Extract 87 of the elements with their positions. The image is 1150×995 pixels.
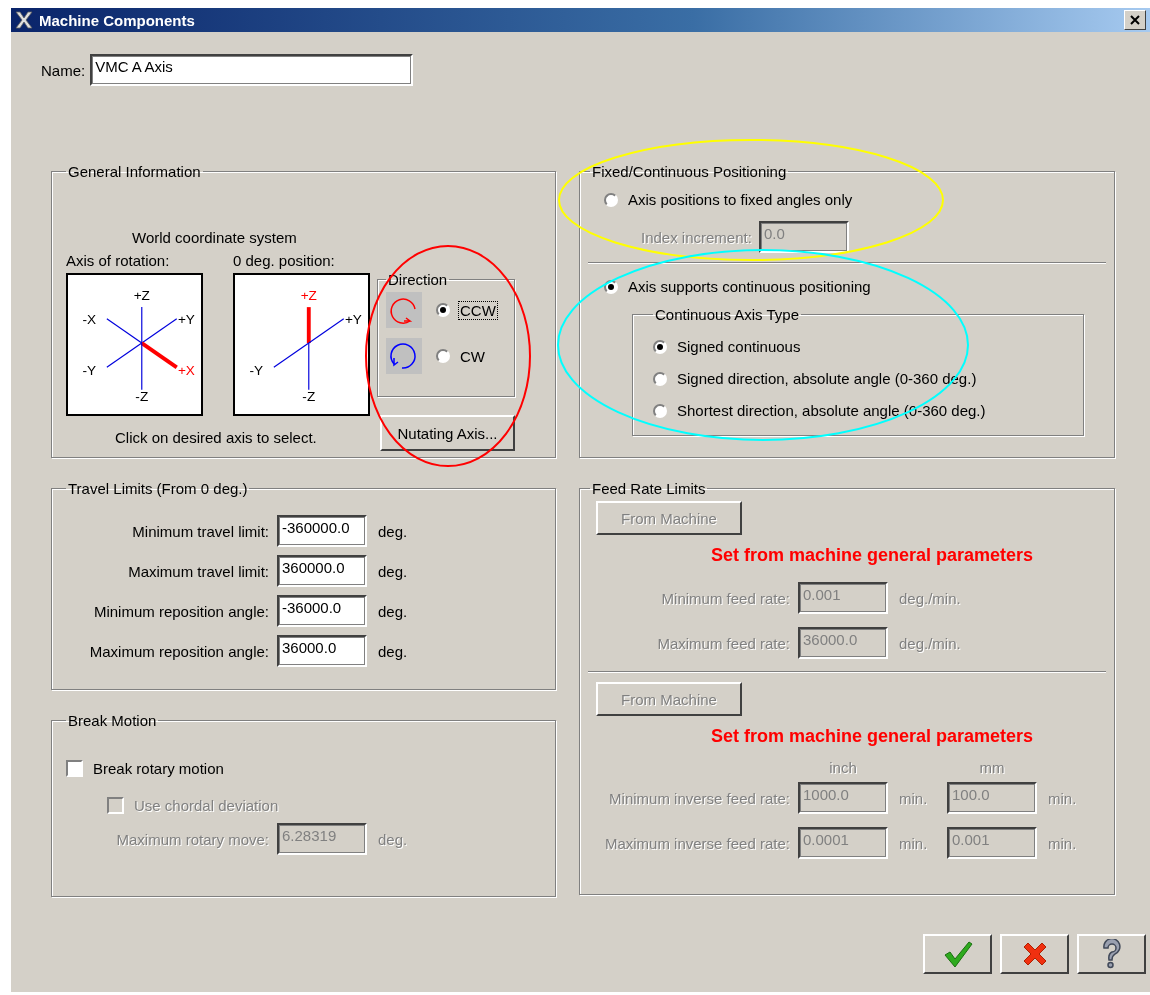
axis-diagram[interactable]: +Z -X +Y -Y +X -Z xyxy=(66,273,203,416)
field-label: Minimum travel limit: xyxy=(131,522,269,540)
group-title: Travel Limits (From 0 deg.) xyxy=(67,480,249,497)
axis-line[interactable] xyxy=(106,318,143,344)
axis-line[interactable] xyxy=(308,318,345,344)
option-label[interactable]: Break rotary motion xyxy=(91,759,226,778)
column-header: mm xyxy=(978,759,1006,776)
column-header: inch xyxy=(828,759,858,776)
field-label: Minimum reposition angle: xyxy=(92,602,269,620)
option-label[interactable]: Axis positions to fixed angles only xyxy=(626,190,855,209)
field-label: Minimum feed rate: xyxy=(660,589,790,607)
diagram-label: Axis of rotation: xyxy=(66,252,171,269)
input-field[interactable]: 360000.0 xyxy=(277,555,367,587)
axis-line[interactable] xyxy=(141,306,143,344)
axis-label[interactable]: -Y xyxy=(249,363,264,379)
axis-label[interactable]: +X xyxy=(177,363,195,379)
diagram-caption: World coordinate system xyxy=(132,229,298,246)
unit-label: deg. xyxy=(378,602,408,620)
radio-button[interactable] xyxy=(653,339,667,354)
axis-label[interactable]: +Y xyxy=(177,311,195,327)
window-title: Machine Components xyxy=(39,11,195,29)
close-icon xyxy=(1130,15,1140,25)
axis-label[interactable]: -X xyxy=(82,311,97,327)
unit-label: deg. xyxy=(378,522,408,540)
radio-button[interactable] xyxy=(604,192,618,207)
unit-label: deg./min. xyxy=(899,589,961,607)
help-button[interactable] xyxy=(1077,934,1146,974)
axis-line[interactable] xyxy=(106,342,143,368)
axis-label[interactable]: +Z xyxy=(133,288,150,304)
ok-button[interactable] xyxy=(923,934,992,974)
name-field[interactable]: VMC A Axis xyxy=(90,54,414,86)
group-title: Direction xyxy=(387,271,449,288)
field-label: Maximum reposition angle: xyxy=(88,642,269,660)
group-title: General Information xyxy=(67,163,202,180)
cancel-button[interactable] xyxy=(1000,934,1069,974)
axis-label[interactable]: -Y xyxy=(82,363,97,379)
axis-label[interactable]: +Y xyxy=(344,311,362,327)
group-title: Fixed/Continuous Positioning xyxy=(591,163,788,180)
axis-diagram[interactable]: +Z +Y -Y -Z xyxy=(233,273,370,416)
app-logo-icon xyxy=(15,11,33,29)
field-label: Maximum feed rate: xyxy=(656,634,790,652)
option-label[interactable]: Signed continuous xyxy=(675,337,803,356)
group-title: Continuous Axis Type xyxy=(654,306,800,323)
axis-label[interactable]: -Z xyxy=(135,389,149,405)
axis-line[interactable] xyxy=(141,342,143,391)
axis-line[interactable] xyxy=(140,341,178,369)
group-title: Break Motion xyxy=(67,712,158,729)
diagram-label: 0 deg. position: xyxy=(233,252,336,269)
nutating-axis-button[interactable]: Nutating Axis... xyxy=(380,415,515,451)
radio-button[interactable] xyxy=(436,349,450,363)
hint-text: Click on desired axis to select. xyxy=(115,429,318,446)
input-field[interactable]: 36000.0 xyxy=(277,635,367,667)
radio-button[interactable] xyxy=(653,371,667,386)
axis-line[interactable] xyxy=(141,318,178,344)
field-label: Name: xyxy=(41,61,86,79)
checkbox[interactable] xyxy=(66,760,83,777)
unit-label: deg. xyxy=(378,830,408,848)
axis-line[interactable] xyxy=(306,307,311,344)
input-field[interactable]: -36000.0 xyxy=(277,595,367,627)
notice-text: Set from machine general parameters xyxy=(709,545,1035,566)
field-label: Maximum rotary move: xyxy=(115,830,269,848)
radio-button[interactable] xyxy=(436,303,450,317)
unit-label: min. xyxy=(1048,789,1078,807)
option-label[interactable]: CCW xyxy=(458,300,498,320)
help-icon xyxy=(1100,939,1123,969)
option-label[interactable]: Axis supports continuous positioning xyxy=(626,277,873,296)
field-label: Maximum inverse feed rate: xyxy=(603,834,790,852)
option-label[interactable]: CW xyxy=(458,346,487,366)
group-title: Feed Rate Limits xyxy=(591,480,707,497)
axis-line[interactable] xyxy=(308,342,310,391)
checkmark-icon xyxy=(942,940,973,968)
unit-label: deg. xyxy=(378,562,408,580)
unit-label: min. xyxy=(1048,834,1078,852)
radio-button[interactable] xyxy=(653,403,667,418)
field-label: Index increment: xyxy=(641,228,752,246)
close-button[interactable] xyxy=(1124,10,1146,30)
axis-line[interactable] xyxy=(273,342,310,368)
unit-label: deg./min. xyxy=(899,634,961,652)
unit-label: deg. xyxy=(378,642,408,660)
unit-label: min. xyxy=(899,834,929,852)
field-label: Minimum inverse feed rate: xyxy=(608,789,790,807)
unit-label: min. xyxy=(899,789,929,807)
axis-label[interactable]: -Z xyxy=(302,389,316,405)
axis-label[interactable]: +Z xyxy=(300,288,317,304)
notice-text: Set from machine general parameters xyxy=(709,726,1035,747)
field-label: Maximum travel limit: xyxy=(127,562,269,580)
input-field[interactable]: -360000.0 xyxy=(277,515,367,547)
